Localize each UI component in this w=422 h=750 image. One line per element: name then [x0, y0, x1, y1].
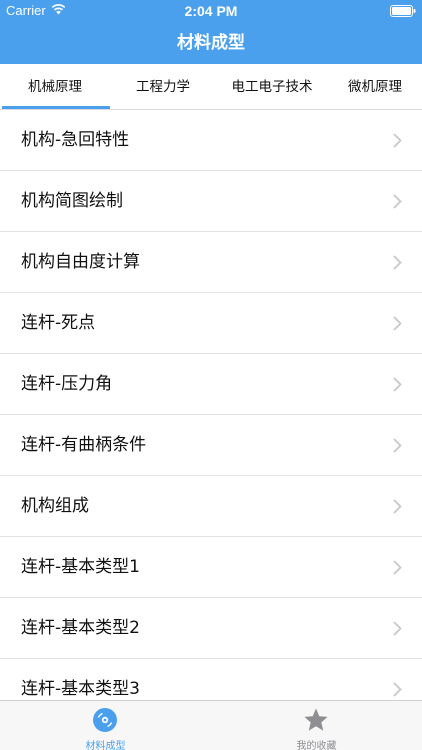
status-bar: Carrier 2:04 PM [0, 0, 422, 22]
list-item-label: 机构简图绘制 [21, 191, 123, 211]
tab-bar: 材料成型 我的收藏 [0, 700, 422, 750]
list-item[interactable]: 连杆-压力角 [0, 354, 422, 415]
tab-label: 电工电子技术 [231, 79, 313, 95]
list-item[interactable]: 连杆-基本类型1 [0, 537, 422, 598]
list-item-label: 连杆-基本类型1 [21, 557, 140, 577]
list-item-label: 机构组成 [21, 496, 89, 516]
list-item-label: 连杆-基本类型2 [21, 618, 140, 638]
list-item-label: 连杆-死点 [21, 313, 96, 333]
tabbar-item-materials-forming[interactable]: 材料成型 [0, 701, 211, 750]
list-item-label: 机构-急回特性 [21, 130, 130, 150]
status-time: 2:04 PM [184, 3, 238, 19]
tab-mechanical-principles[interactable]: 机械原理 [0, 64, 110, 110]
chevron-right-icon [393, 621, 402, 636]
header: Carrier 2:04 PM 材料成型 [0, 0, 422, 64]
list-item-label: 机构自由度计算 [21, 252, 140, 272]
list-item[interactable]: 机构组成 [0, 476, 422, 537]
chevron-right-icon [393, 560, 402, 575]
list-item[interactable]: 连杆-死点 [0, 293, 422, 354]
star-icon [304, 708, 328, 731]
chevron-right-icon [393, 377, 402, 392]
tabbar-item-my-favorites[interactable]: 我的收藏 [211, 701, 422, 750]
list-item[interactable]: 连杆-基本类型2 [0, 598, 422, 659]
list-item-label: 连杆-压力角 [21, 374, 113, 394]
page-title: 材料成型 [177, 33, 245, 53]
battery-icon [390, 5, 416, 17]
disc-icon [93, 708, 117, 732]
tab-electrical-electronics[interactable]: 电工电子技术 [216, 64, 328, 110]
tabbar-label: 我的收藏 [296, 741, 337, 750]
chevron-right-icon [393, 316, 402, 331]
tab-microcomputer-principles[interactable]: 微机原理 [328, 64, 422, 110]
tabbar-label: 材料成型 [85, 741, 126, 750]
chevron-right-icon [393, 194, 402, 209]
list-item-label: 连杆-有曲柄条件 [21, 435, 147, 455]
tab-engineering-mechanics[interactable]: 工程力学 [110, 64, 216, 110]
chevron-right-icon [393, 499, 402, 514]
topic-list[interactable]: 机构-急回特性 机构简图绘制 机构自由度计算 连杆-死点 连杆-压力角 连杆-有… [0, 110, 422, 700]
chevron-right-icon [393, 133, 402, 148]
list-item[interactable]: 机构-急回特性 [0, 110, 422, 171]
tab-label: 工程力学 [136, 79, 190, 95]
selected-tab-indicator [2, 106, 110, 109]
chevron-right-icon [393, 682, 402, 697]
chevron-right-icon [393, 255, 402, 270]
category-tabs: 机械原理 工程力学 电工电子技术 微机原理 [0, 64, 422, 110]
tab-label: 微机原理 [348, 79, 402, 95]
list-item[interactable]: 连杆-基本类型3 [0, 659, 422, 700]
list-item[interactable]: 机构简图绘制 [0, 171, 422, 232]
tab-label: 机械原理 [28, 79, 82, 95]
list-item-label: 连杆-基本类型3 [21, 679, 140, 699]
chevron-right-icon [393, 438, 402, 453]
list-item[interactable]: 连杆-有曲柄条件 [0, 415, 422, 476]
list-item[interactable]: 机构自由度计算 [0, 232, 422, 293]
